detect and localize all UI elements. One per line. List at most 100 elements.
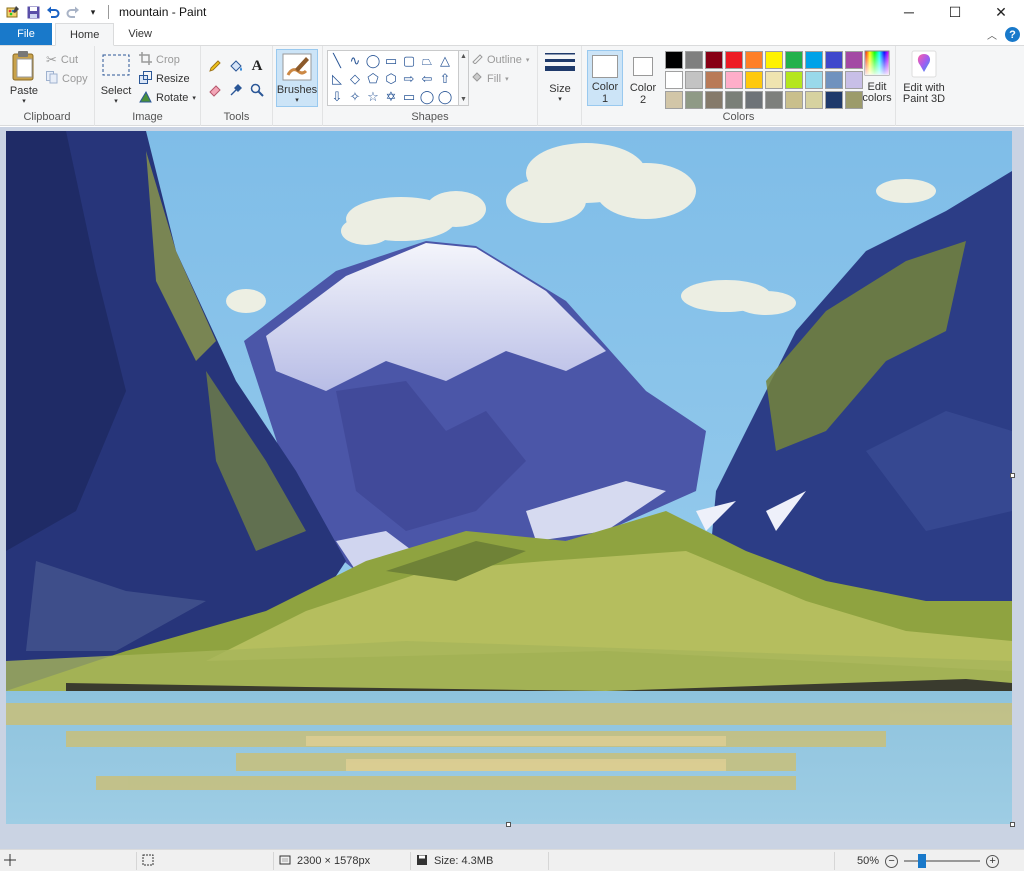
palette-swatch[interactable] <box>745 91 763 109</box>
copy-button[interactable]: Copy <box>46 71 88 87</box>
canvas-resize-handle-right[interactable] <box>1010 473 1015 478</box>
shapes-scroll[interactable]: ▲ ▼ <box>459 50 469 106</box>
color2-button[interactable]: Color 2 <box>625 50 661 106</box>
palette-swatch[interactable] <box>825 51 843 69</box>
palette-swatch[interactable] <box>725 91 743 109</box>
text-tool-icon[interactable]: A <box>249 58 265 74</box>
palette-swatch[interactable] <box>685 91 703 109</box>
palette-swatch[interactable] <box>785 71 803 89</box>
palette-swatch[interactable] <box>805 51 823 69</box>
callout-oval-shape-icon[interactable]: ◯ <box>418 87 436 105</box>
palette-swatch[interactable] <box>685 51 703 69</box>
select-button[interactable]: Select ▾ <box>101 54 131 105</box>
tab-view[interactable]: View <box>114 23 166 45</box>
zoom-slider[interactable] <box>904 854 981 868</box>
palette-swatch[interactable] <box>705 51 723 69</box>
canvas-resize-handle-bottom[interactable] <box>506 822 511 827</box>
rotate-button[interactable]: Rotate ▾ <box>139 90 196 106</box>
fill-bucket-icon[interactable] <box>228 58 244 74</box>
palette-swatch[interactable] <box>785 91 803 109</box>
colors-group: Color 1 Color 2 Edit colors Colors <box>582 46 896 126</box>
color1-button[interactable]: Color 1 <box>587 50 623 106</box>
edit-paint3d-button[interactable]: Edit with Paint 3D <box>898 50 950 105</box>
shapes-scroll-down-icon[interactable]: ▼ <box>460 96 467 103</box>
help-icon[interactable]: ? <box>1005 27 1020 42</box>
palette-swatch[interactable] <box>825 91 843 109</box>
outline-button[interactable]: Outline ▾ <box>471 52 529 67</box>
selection-size <box>142 850 154 871</box>
hexagon-shape-icon[interactable]: ⬡ <box>382 69 400 87</box>
palette-swatch[interactable] <box>805 91 823 109</box>
up-arrow-shape-icon[interactable]: ⇧ <box>436 69 454 87</box>
oval-shape-icon[interactable]: ◯ <box>364 51 382 69</box>
zoom-in-icon[interactable]: + <box>986 854 1000 868</box>
tools-group-label: Tools <box>223 111 250 123</box>
tab-file[interactable]: File <box>0 23 52 45</box>
triangle-shape-icon[interactable]: △ <box>436 51 454 69</box>
palette-swatch[interactable] <box>825 71 843 89</box>
palette-swatch[interactable] <box>765 71 783 89</box>
palette-swatch[interactable] <box>725 71 743 89</box>
collapse-ribbon-icon[interactable]: ︿ <box>987 27 997 42</box>
maximize-button[interactable]: ☐ <box>932 0 978 24</box>
window-title: mountain - Paint <box>119 5 207 19</box>
resize-button[interactable]: Resize <box>139 71 190 87</box>
right-triangle-shape-icon[interactable]: ◺ <box>328 69 346 87</box>
curve-shape-icon[interactable]: ∿ <box>346 51 364 69</box>
eraser-icon[interactable] <box>207 82 223 98</box>
left-arrow-shape-icon[interactable]: ⇦ <box>418 69 436 87</box>
canvas-resize-handle-corner[interactable] <box>1010 822 1015 827</box>
crop-label: Crop <box>156 54 180 66</box>
palette-swatch[interactable] <box>805 71 823 89</box>
tab-home[interactable]: Home <box>55 23 115 46</box>
crop-button[interactable]: Crop <box>139 52 180 68</box>
paint-app-icon[interactable] <box>6 5 20 19</box>
palette-swatch[interactable] <box>725 51 743 69</box>
cloud-callout-shape-icon[interactable]: ◯ <box>436 87 454 105</box>
palette-swatch[interactable] <box>665 71 683 89</box>
palette-swatch[interactable] <box>745 71 763 89</box>
zoom-out-icon[interactable]: − <box>885 854 899 868</box>
zoom-slider-thumb[interactable] <box>918 854 927 868</box>
right-arrow-shape-icon[interactable]: ⇨ <box>400 69 418 87</box>
size-button[interactable]: Size ▾ <box>542 52 578 103</box>
palette-swatch[interactable] <box>705 91 723 109</box>
brushes-button[interactable]: Brushes ▾ <box>276 49 318 107</box>
palette-swatch[interactable] <box>665 91 683 109</box>
down-arrow-shape-icon[interactable]: ⇩ <box>328 87 346 105</box>
pencil-icon[interactable] <box>207 58 223 74</box>
close-button[interactable]: ✕ <box>978 0 1024 24</box>
five-point-star-shape-icon[interactable]: ☆ <box>364 87 382 105</box>
six-point-star-shape-icon[interactable]: ✡ <box>382 87 400 105</box>
palette-swatch[interactable] <box>785 51 803 69</box>
minimize-button[interactable]: ─ <box>886 0 932 24</box>
polygon-shape-icon[interactable]: ⏢ <box>418 51 436 69</box>
customize-toolbar-icon[interactable]: ▾ <box>86 5 100 19</box>
drawing-canvas[interactable] <box>6 131 1012 824</box>
magnifier-icon[interactable] <box>249 82 265 98</box>
color-picker-icon[interactable] <box>228 82 244 98</box>
line-shape-icon[interactable]: ╲ <box>328 51 346 69</box>
paste-button[interactable]: Paste ▾ <box>8 50 40 105</box>
callout-rect-shape-icon[interactable]: ▭ <box>400 87 418 105</box>
diamond-shape-icon[interactable]: ◇ <box>346 69 364 87</box>
fill-dropdown-icon: ▾ <box>505 75 509 83</box>
undo-icon[interactable] <box>46 5 60 19</box>
rounded-rectangle-shape-icon[interactable]: ▢ <box>400 51 418 69</box>
redo-icon[interactable] <box>66 5 80 19</box>
pentagon-shape-icon[interactable]: ⬠ <box>364 69 382 87</box>
palette-swatch[interactable] <box>745 51 763 69</box>
cut-button[interactable]: ✂ Cut <box>46 52 78 68</box>
palette-swatch[interactable] <box>765 51 783 69</box>
size-icon <box>545 52 575 79</box>
four-point-star-shape-icon[interactable]: ✧ <box>346 87 364 105</box>
palette-swatch[interactable] <box>765 91 783 109</box>
palette-swatch[interactable] <box>685 71 703 89</box>
palette-swatch[interactable] <box>705 71 723 89</box>
edit-colors-button[interactable]: Edit colors <box>859 50 895 104</box>
save-icon[interactable] <box>26 5 40 19</box>
shapes-scroll-up-icon[interactable]: ▲ <box>460 53 467 60</box>
rectangle-shape-icon[interactable]: ▭ <box>382 51 400 69</box>
fill-button[interactable]: Fill ▾ <box>471 71 509 86</box>
palette-swatch[interactable] <box>665 51 683 69</box>
